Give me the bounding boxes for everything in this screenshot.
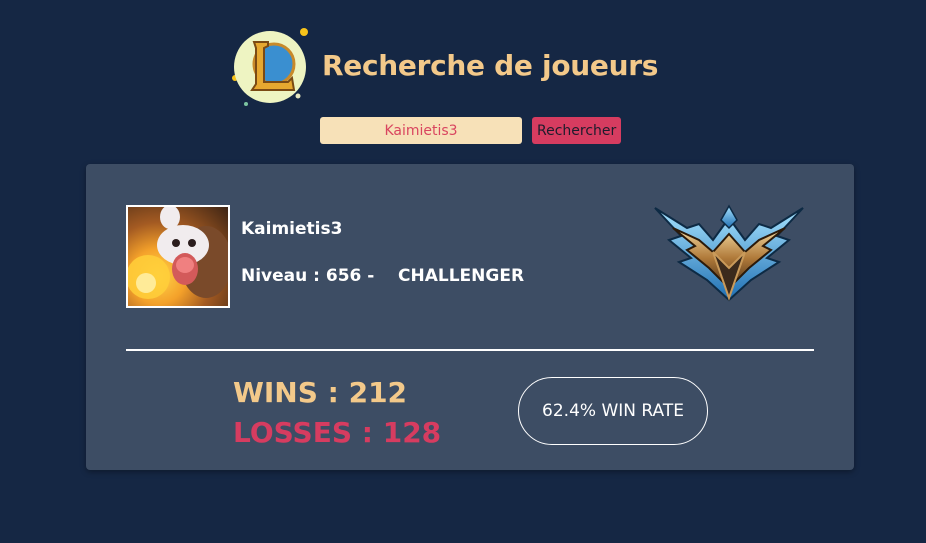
poro-profile-icon: [126, 205, 230, 308]
page-title: Recherche de joueurs: [322, 49, 659, 82]
league-of-legends-logo-icon: [232, 26, 312, 108]
wins-count: WINS : 212: [233, 376, 408, 409]
summoner-name: Kaimietis3: [241, 219, 343, 239]
challenger-emblem-icon: [651, 188, 807, 304]
search-input[interactable]: [320, 117, 522, 144]
search-bar: Rechercher: [320, 117, 622, 144]
losses-count: LOSSES : 128: [233, 416, 442, 449]
level-row: Niveau : 656 - CHALLENGER: [241, 266, 524, 286]
page-header: Recherche de joueurs: [232, 26, 658, 108]
level-text: Niveau : 656 -: [241, 266, 375, 286]
divider: [126, 349, 814, 351]
winrate-badge: 62.4% WIN RATE: [518, 377, 708, 445]
search-button[interactable]: Rechercher: [532, 117, 622, 144]
tier-text: CHALLENGER: [398, 266, 525, 286]
player-card: Kaimietis3 Niveau : 656 - CHALLENGER WIN…: [86, 164, 854, 470]
